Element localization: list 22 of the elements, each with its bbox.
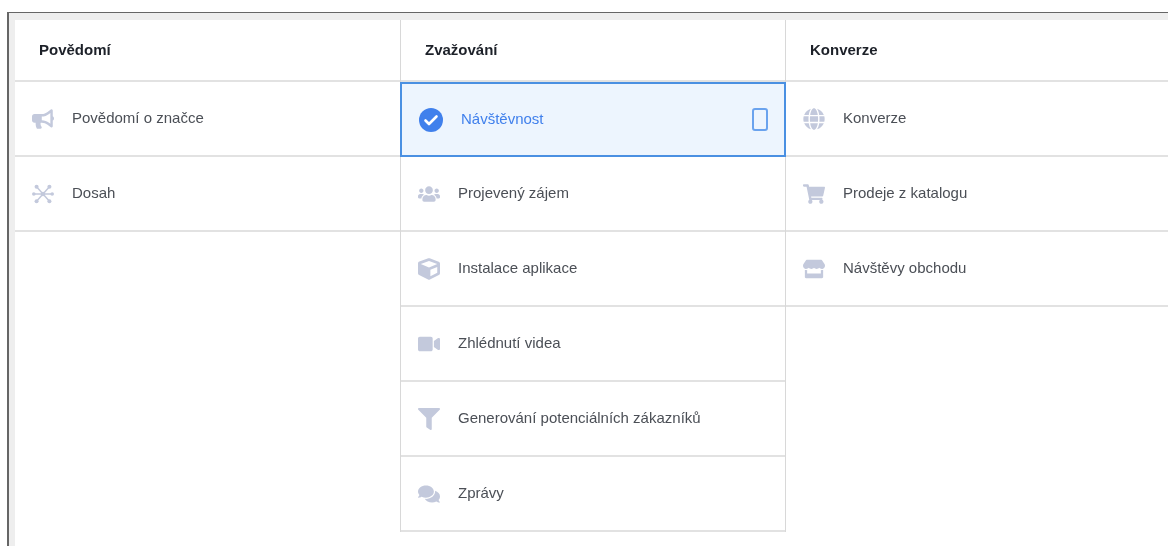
cube-icon <box>418 257 440 280</box>
objective-option[interactable]: Konverze <box>786 82 1168 157</box>
objective-option[interactable]: Instalace aplikace <box>401 232 785 307</box>
objective-option[interactable]: Generování potenciálních zákazníků <box>401 382 785 457</box>
column-heading: Zvažování <box>425 39 498 60</box>
globe-icon <box>803 107 825 130</box>
cart-icon <box>803 182 825 205</box>
column-heading: Povědomí <box>39 39 111 60</box>
objective-option[interactable]: Návštěvnost <box>400 82 786 157</box>
check-circle-icon <box>419 107 443 132</box>
objective-option[interactable]: Projevený zájem <box>401 157 785 232</box>
objective-option[interactable]: Dosah <box>15 157 400 232</box>
store-icon <box>803 257 825 280</box>
network-icon <box>32 182 54 205</box>
objective-option[interactable]: Zprávy <box>401 457 785 532</box>
megaphone-icon <box>32 107 54 130</box>
phone-outline-icon <box>752 108 768 131</box>
funnel-icon <box>418 407 440 430</box>
objective-option[interactable]: Zhlédnutí videa <box>401 307 785 382</box>
column-heading: Konverze <box>810 39 878 60</box>
objective-option[interactable]: Prodeje z katalogu <box>786 157 1168 232</box>
objective-option[interactable]: Návštěvy obchodu <box>786 232 1168 307</box>
